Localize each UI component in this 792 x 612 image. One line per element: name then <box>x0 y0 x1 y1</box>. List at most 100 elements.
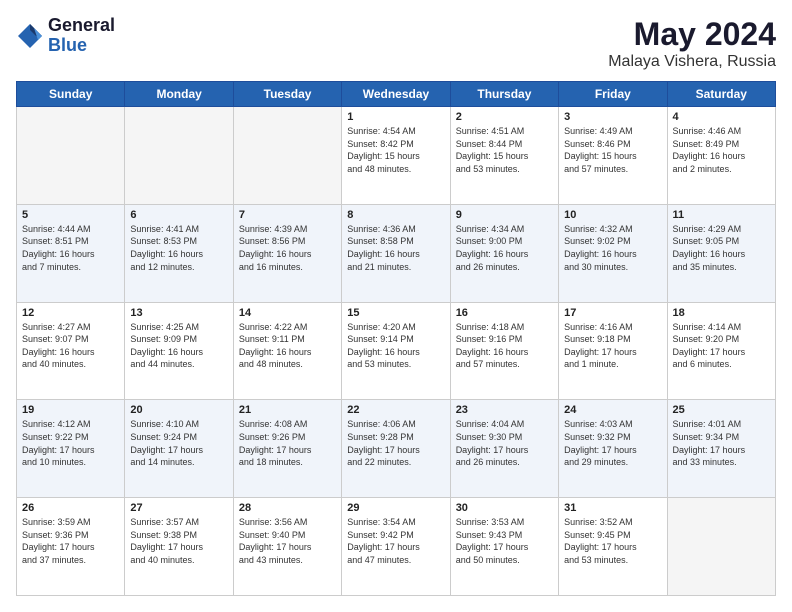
col-sunday: Sunday <box>17 82 125 107</box>
calendar-header-row: Sunday Monday Tuesday Wednesday Thursday… <box>17 82 776 107</box>
table-row: 21Sunrise: 4:08 AM Sunset: 9:26 PM Dayli… <box>233 400 341 498</box>
header: General Blue May 2024 Malaya Vishera, Ru… <box>16 16 776 71</box>
table-row: 10 Sunrise: 4:32 AM Sunset: 9:02 PM Dayli… <box>559 204 667 302</box>
logo-general-text: General <box>48 16 115 36</box>
table-row: 9 Sunrise: 4:34 AM Sunset: 9:00 PM Daylig… <box>450 204 558 302</box>
title-month: May 2024 <box>608 16 776 53</box>
table-row <box>233 107 341 205</box>
table-row: 24Sunrise: 4:03 AM Sunset: 9:32 PM Dayli… <box>559 400 667 498</box>
table-row: 13 Sunrise: 4:25 AM Sunset: 9:09 PM Dayli… <box>125 302 233 400</box>
day-number: 17 <box>564 307 661 319</box>
table-row <box>667 498 775 596</box>
col-tuesday: Tuesday <box>233 82 341 107</box>
day-info: Sunrise: 4:18 AM Sunset: 9:16 PM Dayligh… <box>456 321 553 371</box>
day-info: Sunrise: 4:44 AM Sunset: 8:51 PM Dayligh… <box>22 223 119 273</box>
day-number: 31 <box>564 502 661 514</box>
col-monday: Monday <box>125 82 233 107</box>
table-row: 1 Sunrise: 4:54 AM Sunset: 8:42 PM Daylig… <box>342 107 450 205</box>
table-row: 22 Sunrise: 4:06 AM Sunset: 9:28 PM Dayli… <box>342 400 450 498</box>
col-wednesday: Wednesday <box>342 82 450 107</box>
day-number: 24 <box>564 404 661 416</box>
day-number: 20 <box>130 404 227 416</box>
day-info: Sunrise: 4:32 AM Sunset: 9:02 PM Dayligh… <box>564 223 661 273</box>
table-row: 8Sunrise: 4:36 AM Sunset: 8:58 PM Daylig… <box>342 204 450 302</box>
calendar-week-row: 26 Sunrise: 3:59 AM Sunset: 9:36 PM Dayli… <box>17 498 776 596</box>
day-number: 23 <box>456 404 553 416</box>
day-number: 6 <box>130 209 227 221</box>
table-row: 11Sunrise: 4:29 AM Sunset: 9:05 PM Dayli… <box>667 204 775 302</box>
table-row: 15 Sunrise: 4:20 AM Sunset: 9:14 PM Dayli… <box>342 302 450 400</box>
day-info: Sunrise: 4:10 AM Sunset: 9:24 PM Dayligh… <box>130 418 227 468</box>
day-number: 13 <box>130 307 227 319</box>
day-number: 12 <box>22 307 119 319</box>
table-row: 2 Sunrise: 4:51 AM Sunset: 8:44 PM Daylig… <box>450 107 558 205</box>
table-row: 23 Sunrise: 4:04 AM Sunset: 9:30 PM Dayli… <box>450 400 558 498</box>
day-info: Sunrise: 3:53 AM Sunset: 9:43 PM Dayligh… <box>456 516 553 566</box>
day-number: 2 <box>456 111 553 123</box>
table-row <box>17 107 125 205</box>
table-row: 12Sunrise: 4:27 AM Sunset: 9:07 PM Dayli… <box>17 302 125 400</box>
calendar-table: Sunday Monday Tuesday Wednesday Thursday… <box>16 81 776 596</box>
day-info: Sunrise: 4:36 AM Sunset: 8:58 PM Dayligh… <box>347 223 444 273</box>
table-row: 18 Sunrise: 4:14 AM Sunset: 9:20 PM Dayli… <box>667 302 775 400</box>
logo-icon <box>16 22 44 50</box>
day-number: 26 <box>22 502 119 514</box>
day-info: Sunrise: 4:29 AM Sunset: 9:05 PM Dayligh… <box>673 223 770 273</box>
table-row: 20 Sunrise: 4:10 AM Sunset: 9:24 PM Dayli… <box>125 400 233 498</box>
day-info: Sunrise: 4:14 AM Sunset: 9:20 PM Dayligh… <box>673 321 770 371</box>
table-row: 30 Sunrise: 3:53 AM Sunset: 9:43 PM Dayli… <box>450 498 558 596</box>
day-number: 1 <box>347 111 444 123</box>
logo-text: General Blue <box>48 16 115 56</box>
table-row: 26 Sunrise: 3:59 AM Sunset: 9:36 PM Dayli… <box>17 498 125 596</box>
table-row: 28 Sunrise: 3:56 AM Sunset: 9:40 PM Dayli… <box>233 498 341 596</box>
logo-blue-text: Blue <box>48 36 115 56</box>
day-info: Sunrise: 4:34 AM Sunset: 9:00 PM Dayligh… <box>456 223 553 273</box>
day-info: Sunrise: 3:59 AM Sunset: 9:36 PM Dayligh… <box>22 516 119 566</box>
day-number: 27 <box>130 502 227 514</box>
title-location: Malaya Vishera, Russia <box>608 53 776 71</box>
day-info: Sunrise: 4:20 AM Sunset: 9:14 PM Dayligh… <box>347 321 444 371</box>
calendar-week-row: 1 Sunrise: 4:54 AM Sunset: 8:42 PM Daylig… <box>17 107 776 205</box>
day-info: Sunrise: 4:54 AM Sunset: 8:42 PM Dayligh… <box>347 125 444 175</box>
day-number: 5 <box>22 209 119 221</box>
day-info: Sunrise: 4:12 AM Sunset: 9:22 PM Dayligh… <box>22 418 119 468</box>
table-row: 29 Sunrise: 3:54 AM Sunset: 9:42 PM Dayli… <box>342 498 450 596</box>
day-number: 4 <box>673 111 770 123</box>
table-row: 3Sunrise: 4:49 AM Sunset: 8:46 PM Daylig… <box>559 107 667 205</box>
day-number: 9 <box>456 209 553 221</box>
day-info: Sunrise: 3:57 AM Sunset: 9:38 PM Dayligh… <box>130 516 227 566</box>
table-row: 25 Sunrise: 4:01 AM Sunset: 9:34 PM Dayli… <box>667 400 775 498</box>
table-row: 5 Sunrise: 4:44 AM Sunset: 8:51 PM Daylig… <box>17 204 125 302</box>
day-number: 25 <box>673 404 770 416</box>
table-row: 6Sunrise: 4:41 AM Sunset: 8:53 PM Daylig… <box>125 204 233 302</box>
day-number: 22 <box>347 404 444 416</box>
day-info: Sunrise: 4:01 AM Sunset: 9:34 PM Dayligh… <box>673 418 770 468</box>
table-row: 17Sunrise: 4:16 AM Sunset: 9:18 PM Dayli… <box>559 302 667 400</box>
table-row: 4 Sunrise: 4:46 AM Sunset: 8:49 PM Daylig… <box>667 107 775 205</box>
day-number: 19 <box>22 404 119 416</box>
day-number: 7 <box>239 209 336 221</box>
day-info: Sunrise: 4:04 AM Sunset: 9:30 PM Dayligh… <box>456 418 553 468</box>
day-number: 18 <box>673 307 770 319</box>
day-info: Sunrise: 3:54 AM Sunset: 9:42 PM Dayligh… <box>347 516 444 566</box>
col-friday: Friday <box>559 82 667 107</box>
day-info: Sunrise: 4:46 AM Sunset: 8:49 PM Dayligh… <box>673 125 770 175</box>
day-number: 30 <box>456 502 553 514</box>
day-number: 29 <box>347 502 444 514</box>
day-number: 15 <box>347 307 444 319</box>
day-info: Sunrise: 4:51 AM Sunset: 8:44 PM Dayligh… <box>456 125 553 175</box>
calendar-week-row: 5 Sunrise: 4:44 AM Sunset: 8:51 PM Daylig… <box>17 204 776 302</box>
day-info: Sunrise: 4:25 AM Sunset: 9:09 PM Dayligh… <box>130 321 227 371</box>
calendar-week-row: 19 Sunrise: 4:12 AM Sunset: 9:22 PM Dayli… <box>17 400 776 498</box>
day-number: 10 <box>564 209 661 221</box>
table-row: 27 Sunrise: 3:57 AM Sunset: 9:38 PM Dayli… <box>125 498 233 596</box>
table-row: 19 Sunrise: 4:12 AM Sunset: 9:22 PM Dayli… <box>17 400 125 498</box>
calendar-week-row: 12Sunrise: 4:27 AM Sunset: 9:07 PM Dayli… <box>17 302 776 400</box>
table-row: 16Sunrise: 4:18 AM Sunset: 9:16 PM Dayli… <box>450 302 558 400</box>
day-info: Sunrise: 4:06 AM Sunset: 9:28 PM Dayligh… <box>347 418 444 468</box>
table-row: 7Sunrise: 4:39 AM Sunset: 8:56 PM Daylig… <box>233 204 341 302</box>
day-number: 21 <box>239 404 336 416</box>
day-info: Sunrise: 3:56 AM Sunset: 9:40 PM Dayligh… <box>239 516 336 566</box>
day-number: 28 <box>239 502 336 514</box>
table-row: 14Sunrise: 4:22 AM Sunset: 9:11 PM Dayli… <box>233 302 341 400</box>
